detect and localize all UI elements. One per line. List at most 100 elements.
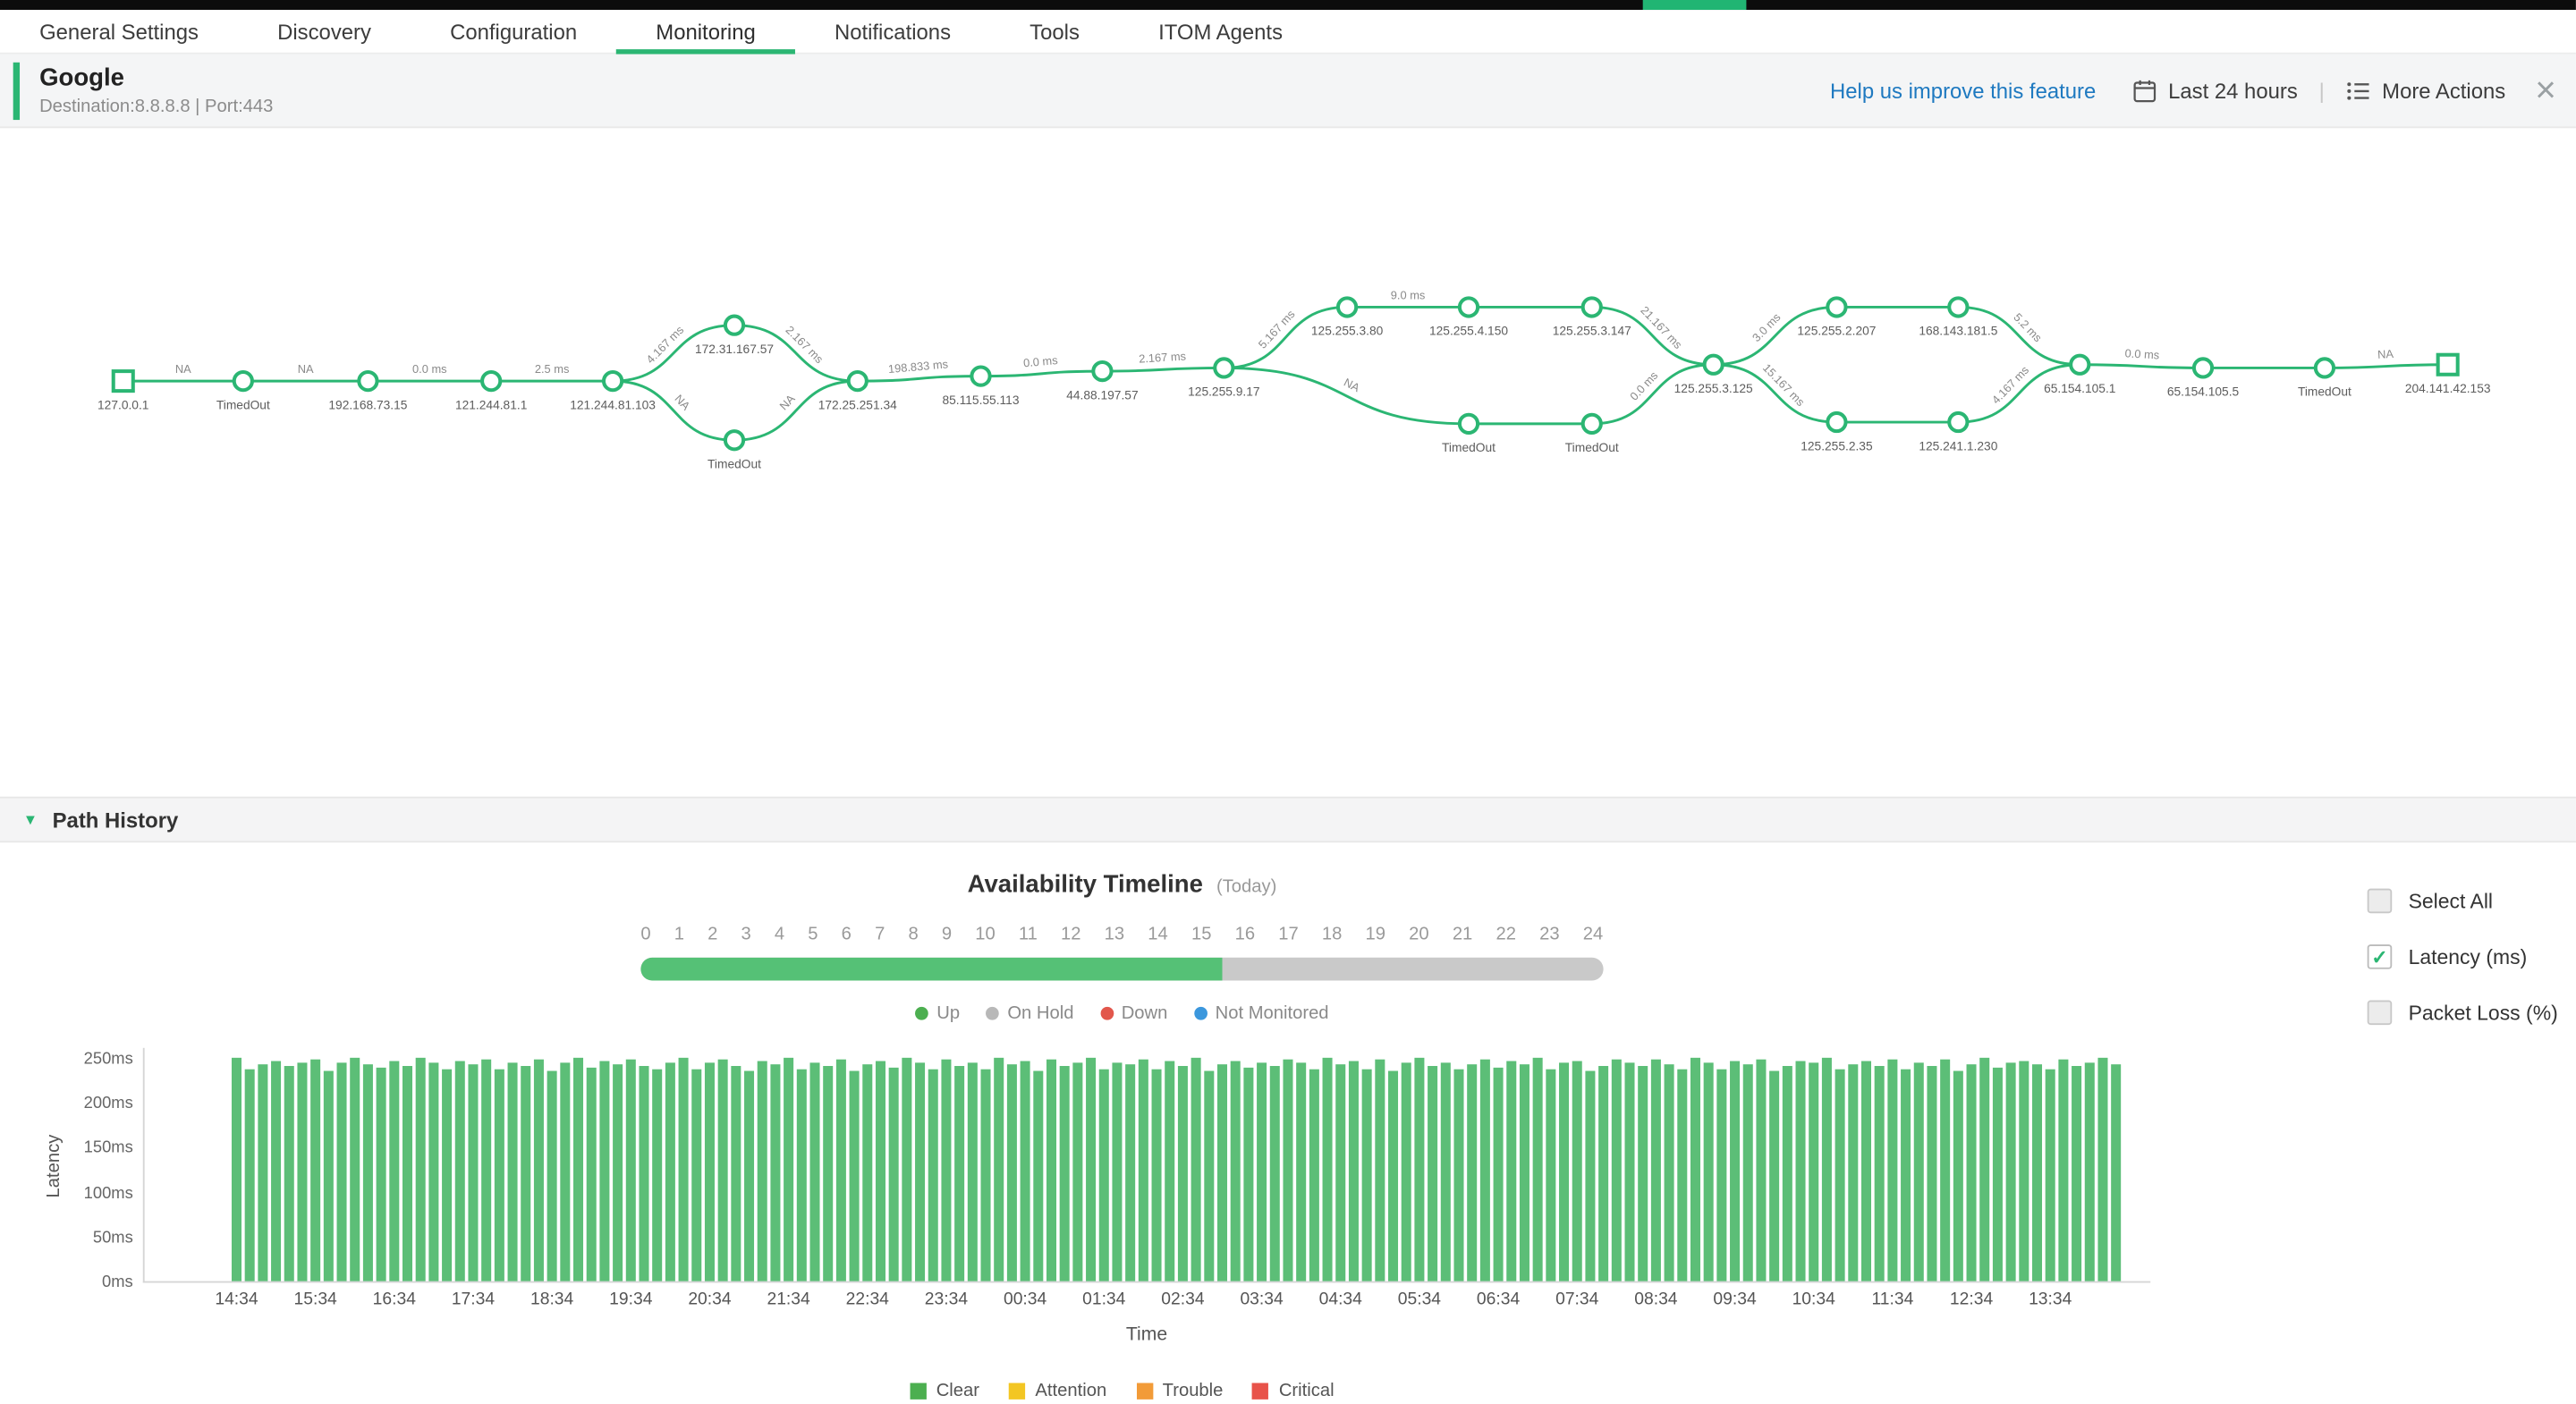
latency-bar[interactable]: [547, 1070, 557, 1281]
latency-bar[interactable]: [2084, 1061, 2095, 1281]
latency-bar[interactable]: [665, 1061, 675, 1281]
latency-bar[interactable]: [1230, 1060, 1241, 1281]
latency-bar[interactable]: [613, 1064, 623, 1281]
latency-bar[interactable]: [1598, 1065, 1609, 1281]
topology-node[interactable]: [723, 314, 746, 336]
latency-bar[interactable]: [389, 1060, 400, 1281]
latency-bar[interactable]: [849, 1070, 860, 1281]
latency-bar[interactable]: [1519, 1064, 1530, 1281]
help-improve-link[interactable]: Help us improve this feature: [1830, 78, 2096, 103]
topology-node[interactable]: [480, 369, 503, 393]
latency-bar[interactable]: [1677, 1069, 1688, 1281]
latency-bar[interactable]: [1165, 1061, 1175, 1281]
latency-bar[interactable]: [717, 1058, 728, 1281]
latency-bar[interactable]: [1493, 1067, 1504, 1281]
latency-bar[interactable]: [428, 1062, 439, 1281]
latency-bar[interactable]: [1348, 1061, 1359, 1281]
latency-bar[interactable]: [1716, 1068, 1727, 1281]
latency-bar[interactable]: [1690, 1057, 1700, 1281]
latency-bar[interactable]: [691, 1068, 702, 1281]
latency-bar[interactable]: [1940, 1059, 1951, 1281]
latency-bar[interactable]: [1992, 1067, 2003, 1281]
latency-bar[interactable]: [2031, 1063, 2043, 1281]
latency-bar[interactable]: [1966, 1064, 1977, 1281]
latency-bar[interactable]: [1191, 1057, 1201, 1281]
topology-node[interactable]: [111, 369, 135, 393]
path-history-section-header[interactable]: ▼ Path History: [0, 796, 2576, 843]
latency-bar[interactable]: [1887, 1058, 1898, 1281]
tab-notifications[interactable]: Notifications: [795, 10, 990, 53]
latency-bar[interactable]: [297, 1062, 308, 1281]
latency-bar[interactable]: [980, 1068, 991, 1281]
collapse-caret-icon[interactable]: ▼: [23, 811, 38, 827]
latency-bar[interactable]: [454, 1061, 465, 1281]
topology-node[interactable]: [723, 429, 746, 452]
latency-bar[interactable]: [2058, 1059, 2069, 1281]
latency-bar[interactable]: [1440, 1061, 1451, 1281]
latency-bar[interactable]: [1151, 1068, 1162, 1281]
latency-bar[interactable]: [494, 1069, 504, 1281]
topology-node[interactable]: [2436, 352, 2460, 376]
latency-bar[interactable]: [271, 1061, 282, 1281]
latency-bar[interactable]: [336, 1061, 347, 1281]
latency-bar[interactable]: [1243, 1067, 1254, 1281]
latency-bar[interactable]: [770, 1063, 781, 1281]
latency-bar[interactable]: [468, 1063, 479, 1281]
latency-bar[interactable]: [415, 1057, 426, 1281]
latency-bar[interactable]: [1848, 1063, 1859, 1281]
latency-bar[interactable]: [1361, 1068, 1372, 1281]
latency-bar[interactable]: [231, 1057, 242, 1281]
latency-bar[interactable]: [1953, 1070, 1963, 1281]
latency-bar[interactable]: [1006, 1063, 1017, 1281]
latency-bar[interactable]: [376, 1067, 386, 1281]
latency-bar[interactable]: [1375, 1058, 1385, 1281]
tab-tools[interactable]: Tools: [990, 10, 1119, 53]
latency-bar[interactable]: [2097, 1057, 2108, 1281]
checkbox-unchecked[interactable]: [2367, 1000, 2393, 1026]
latency-bar[interactable]: [442, 1068, 453, 1281]
topology-node[interactable]: [1947, 296, 1970, 318]
latency-bar[interactable]: [1742, 1064, 1753, 1281]
latency-bar[interactable]: [731, 1065, 741, 1281]
latency-bar[interactable]: [1309, 1069, 1319, 1281]
close-icon[interactable]: ×: [2535, 72, 2556, 107]
latency-bar[interactable]: [1020, 1061, 1030, 1281]
latency-bar[interactable]: [915, 1062, 926, 1281]
latency-bar[interactable]: [350, 1057, 360, 1281]
latency-bar[interactable]: [1072, 1062, 1083, 1281]
latency-bar[interactable]: [1546, 1068, 1556, 1281]
latency-bar[interactable]: [1874, 1066, 1885, 1281]
latency-bar[interactable]: [757, 1060, 767, 1281]
latency-bar[interactable]: [481, 1058, 492, 1281]
latency-bar[interactable]: [362, 1063, 373, 1281]
topology-node[interactable]: [1457, 412, 1480, 435]
topology-node[interactable]: [357, 369, 379, 393]
latency-bar[interactable]: [796, 1068, 807, 1281]
metric-toggle-select-all[interactable]: Select All: [2367, 888, 2558, 914]
latency-bar[interactable]: [1033, 1070, 1044, 1281]
latency-bar[interactable]: [533, 1059, 544, 1281]
more-actions-icon[interactable]: [2346, 80, 2371, 101]
topology-node[interactable]: [1457, 296, 1480, 318]
topology-node[interactable]: [2313, 357, 2336, 379]
latency-bar[interactable]: [1585, 1070, 1596, 1281]
latency-bar[interactable]: [1835, 1068, 1845, 1281]
latency-bar[interactable]: [1756, 1058, 1767, 1281]
metric-toggle-packet-loss[interactable]: Packet Loss (%): [2367, 1000, 2558, 1026]
latency-bar[interactable]: [1046, 1058, 1056, 1281]
latency-bar[interactable]: [1782, 1066, 1792, 1281]
latency-bar[interactable]: [1401, 1062, 1411, 1281]
latency-bar[interactable]: [1913, 1061, 1924, 1281]
latency-bar[interactable]: [928, 1069, 938, 1281]
topology-node[interactable]: [1947, 410, 1970, 434]
latency-bar[interactable]: [2111, 1064, 2122, 1281]
latency-bar[interactable]: [639, 1066, 649, 1281]
topology-node[interactable]: [846, 369, 869, 393]
latency-bar[interactable]: [1769, 1070, 1780, 1281]
latency-bar[interactable]: [1572, 1060, 1582, 1281]
latency-bar[interactable]: [1059, 1066, 1070, 1281]
latency-bar[interactable]: [244, 1068, 255, 1281]
latency-bar[interactable]: [1809, 1062, 1819, 1281]
time-range-selector[interactable]: Last 24 hours: [2168, 78, 2298, 103]
tab-configuration[interactable]: Configuration: [411, 10, 616, 53]
